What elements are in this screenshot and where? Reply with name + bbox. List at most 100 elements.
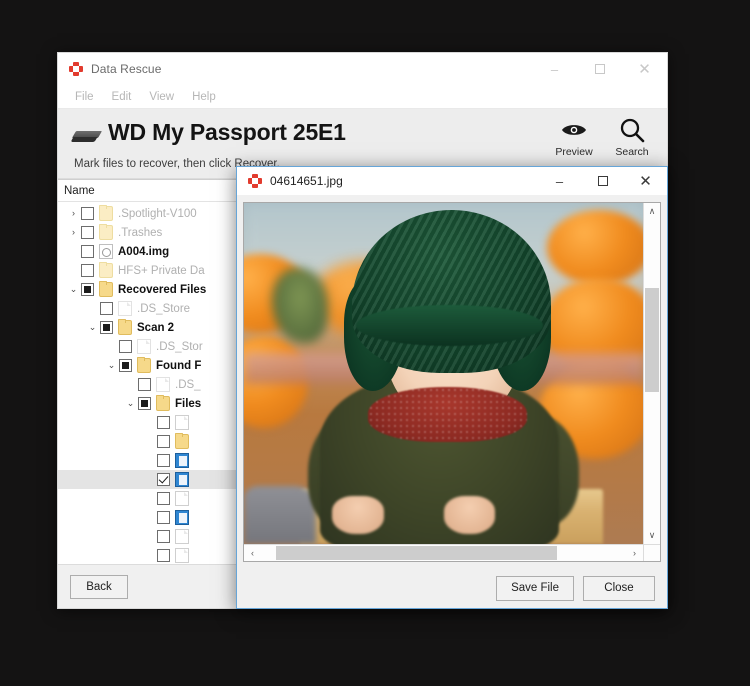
tree-row-label: .DS_Store [137,303,190,315]
page-title: WD My Passport 25E1 [108,119,346,145]
chevron-right-icon[interactable]: › [66,228,81,237]
minimize-button[interactable]: – [532,54,577,85]
folder-icon [118,320,137,335]
image-preview-dialog: 04614651.jpg – ✕ [236,166,668,609]
image-preview[interactable] [244,203,643,544]
menu-item-edit[interactable]: Edit [103,88,141,106]
preview-tool-button[interactable]: Preview [553,115,595,158]
scroll-left-arrow[interactable]: ‹ [244,545,261,561]
tree-row-checkbox[interactable] [157,473,170,486]
scroll-right-arrow[interactable]: › [626,545,643,561]
main-window-titlebar: Data Rescue – ✕ [58,53,667,85]
scroll-up-arrow[interactable]: ∧ [644,203,660,220]
doc-icon [175,548,194,563]
tree-row-label: HFS+ Private Da [118,265,205,277]
save-file-button[interactable]: Save File [496,576,574,601]
back-button[interactable]: Back [70,575,128,599]
hscroll-track[interactable] [261,545,626,561]
dialog-minimize-button[interactable]: – [538,167,581,195]
dialog-titlebar: 04614651.jpg – ✕ [237,167,667,196]
doc-dim-icon [156,377,175,392]
tree-row-checkbox[interactable] [100,321,113,334]
photo-baby-pumpkins [244,203,643,544]
chevron-right-icon[interactable]: › [66,209,81,218]
header-tools: Preview Search [553,115,653,158]
scrollbar-corner [643,544,660,561]
app-title: Data Rescue [91,62,161,76]
maximize-icon [595,64,605,74]
disk-image-icon [99,244,118,259]
data-rescue-cross-icon [247,173,263,189]
dialog-footer: Save File Close [237,568,667,608]
close-button[interactable]: ✕ [622,54,667,85]
screen: Data Rescue – ✕ File Edit View Help WD M… [0,0,750,686]
tree-row-checkbox[interactable] [81,207,94,220]
tree-row-checkbox[interactable] [81,283,94,296]
doc-icon [175,529,194,544]
dialog-body: ‹ › ∧ ∨ [237,196,667,568]
tree-row-checkbox[interactable] [138,378,151,391]
folder-icon [175,434,194,449]
image-viewport-frame: ‹ › ∧ ∨ [243,202,661,562]
maximize-button[interactable] [577,54,622,85]
folder-pale-icon [99,225,118,240]
tree-row-checkbox[interactable] [119,340,132,353]
vertical-scrollbar[interactable]: ∧ ∨ [643,203,660,544]
tree-row-label: Files [175,398,201,410]
tree-row-label: A004.img [118,246,169,258]
tree-row-checkbox[interactable] [119,359,132,372]
horizontal-scrollbar[interactable]: ‹ › [244,544,643,561]
vscroll-track[interactable] [644,220,660,527]
doc-dim-icon [137,339,156,354]
tree-row-checkbox[interactable] [157,549,170,562]
tree-row-checkbox[interactable] [157,492,170,505]
menu-bar: File Edit View Help [58,85,667,109]
tree-row-label: .DS_ [175,379,201,391]
tree-row-checkbox[interactable] [157,454,170,467]
dialog-maximize-button[interactable] [581,167,624,195]
doc-icon [175,415,194,430]
doc-icon [175,491,194,506]
dialog-close-button[interactable]: ✕ [624,167,667,195]
preview-tool-label: Preview [553,146,595,158]
scroll-down-arrow[interactable]: ∨ [644,527,660,544]
chevron-down-icon[interactable]: ⌄ [104,361,119,370]
jpg-icon [175,453,194,468]
external-drive-icon [72,126,102,152]
jpg-icon [175,472,194,487]
folder-icon [99,282,118,297]
tree-row-label: .DS_Stor [156,341,203,353]
magnifier-icon [611,115,653,145]
chevron-down-icon[interactable]: ⌄ [123,399,138,408]
eye-icon [553,115,595,145]
tree-row-label: .Trashes [118,227,162,239]
tree-row-checkbox[interactable] [100,302,113,315]
tree-row-checkbox[interactable] [157,511,170,524]
dialog-title: 04614651.jpg [270,174,343,188]
tree-row-checkbox[interactable] [157,416,170,429]
vscroll-thumb[interactable] [645,288,659,392]
menu-item-help[interactable]: Help [183,88,225,106]
hscroll-thumb[interactable] [276,546,557,560]
tree-row-checkbox[interactable] [157,530,170,543]
chevron-down-icon[interactable]: ⌄ [66,285,81,294]
tree-row-label: Found F [156,360,201,372]
tree-row-label: Recovered Files [118,284,206,296]
folder-pale-icon [99,206,118,221]
jpg-icon [175,510,194,525]
folder-pale-icon [99,263,118,278]
chevron-down-icon[interactable]: ⌄ [85,323,100,332]
menu-item-file[interactable]: File [66,88,103,106]
close-button[interactable]: Close [583,576,655,601]
tree-row-label: Scan 2 [137,322,174,334]
search-tool-button[interactable]: Search [611,115,653,158]
tree-row-label: .Spotlight-V100 [118,208,197,220]
menu-item-view[interactable]: View [140,88,183,106]
doc-dim-icon [118,301,137,316]
tree-row-checkbox[interactable] [157,435,170,448]
tree-row-checkbox[interactable] [81,264,94,277]
folder-icon [156,396,175,411]
tree-row-checkbox[interactable] [81,245,94,258]
tree-row-checkbox[interactable] [138,397,151,410]
tree-row-checkbox[interactable] [81,226,94,239]
